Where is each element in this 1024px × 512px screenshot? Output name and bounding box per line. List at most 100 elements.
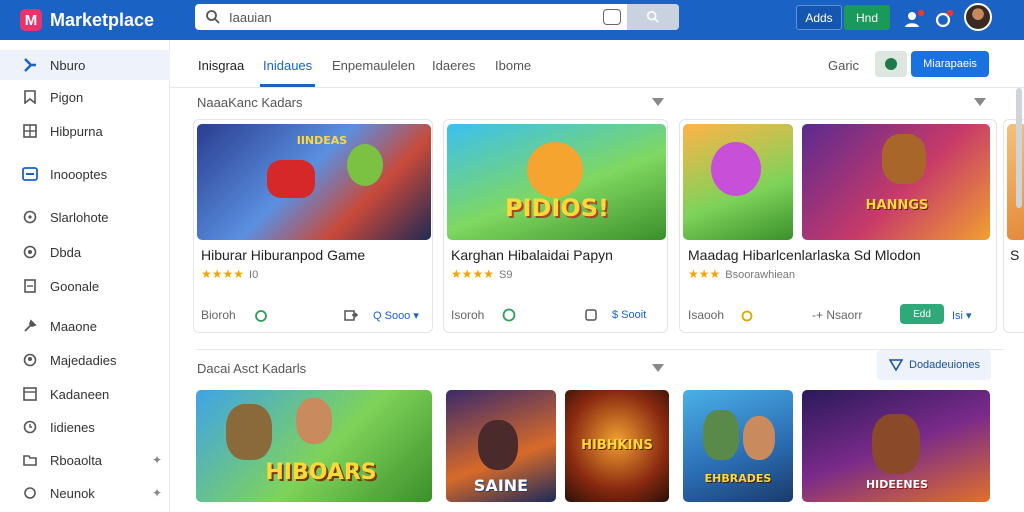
copy-icon[interactable]	[584, 308, 598, 322]
game-art-title: HIBHKINS	[581, 438, 653, 453]
user-add-icon[interactable]	[903, 8, 925, 30]
sidebar-item-nburo[interactable]: Nburo	[0, 50, 170, 80]
bookmark-icon	[22, 89, 38, 105]
search-button[interactable]	[627, 4, 679, 30]
character-shape	[703, 410, 739, 460]
box-icon	[22, 386, 38, 402]
meta-text[interactable]: -+ Nsaorr	[812, 308, 862, 322]
character-shape	[478, 420, 518, 470]
sidebar-item-label: Pigon	[50, 89, 84, 105]
character-shape	[882, 134, 926, 184]
tab-idaeres[interactable]: Idaeres	[432, 58, 475, 73]
sidebar-item-label: Slarlohote	[50, 209, 109, 225]
game-art-title: HIDEENES	[865, 478, 929, 491]
chevron-down-icon[interactable]	[652, 98, 664, 106]
app-logo[interactable]: M Marketplace	[20, 9, 195, 31]
search-bar	[195, 4, 679, 30]
sidebar-item-goonale[interactable]: Goonale	[0, 271, 170, 301]
game-thumbnail[interactable]: HIDEENES	[802, 390, 990, 502]
sidebar-item-label: Rboaolta	[50, 452, 103, 468]
sort-dropdown[interactable]: $ Sooit	[612, 309, 646, 321]
rating: ★★★★ S9	[451, 267, 513, 281]
game-thumbnail[interactable]: IINDEAS	[197, 124, 431, 240]
game-card[interactable]: IINDEAS Hiburar Hiburanpod Game ★★★★ I0 B…	[193, 119, 433, 333]
wrench-icon	[22, 318, 38, 334]
adds-button[interactable]: Adds	[796, 5, 842, 30]
sidebar-item-neunok[interactable]: Neunok ✦	[0, 478, 170, 508]
tab-inisgraa[interactable]: Inisgraa	[198, 58, 244, 73]
game-card[interactable]: HANNGS Maadag Hibarlcenlarlaska Sd Mlodo…	[679, 119, 997, 333]
logo-icon: M	[20, 9, 42, 31]
edit-button[interactable]: Edd	[900, 304, 944, 324]
meta-text: Isoroh	[451, 308, 485, 322]
section-title: NaaaKanc Kadars	[197, 95, 303, 110]
chevron-down-icon[interactable]	[974, 98, 986, 106]
game-thumbnail[interactable]: SAINE	[446, 390, 556, 502]
cannon-shape	[267, 160, 315, 198]
user-circle-icon	[22, 352, 38, 368]
garic-label[interactable]: Garic	[828, 58, 859, 73]
character-shape	[711, 142, 761, 196]
game-thumbnail[interactable]: HANNGS	[802, 124, 990, 240]
sidebar-item-pigon[interactable]: Pigon	[0, 82, 170, 112]
tab-inidaues[interactable]: Inidaues	[263, 58, 312, 73]
folder-icon	[22, 452, 38, 468]
game-thumbnail[interactable]: PIDIOS!	[447, 124, 666, 240]
game-thumbnail[interactable]: HIBOARS	[196, 390, 432, 502]
section-title: Dacai Asct Kadarls	[197, 361, 307, 376]
toggle-button[interactable]	[875, 51, 907, 77]
sidebar-item-inoooptes[interactable]: Inoooptes	[0, 159, 170, 189]
character-shape	[347, 144, 383, 186]
sidebar-item-majedadies[interactable]: Majedadies	[0, 345, 170, 375]
sidebar-item-label: Hibpurna	[50, 123, 103, 139]
game-thumbnail[interactable]: EHBRADES	[683, 390, 793, 502]
lock-icon	[741, 310, 753, 322]
sidebar-item-rboaolta[interactable]: Rboaolta ✦	[0, 445, 170, 475]
expand-icon[interactable]: ✦	[152, 453, 162, 467]
sidebar-item-iidienes[interactable]: Iidienes	[0, 412, 170, 442]
scrollbar[interactable]	[1016, 88, 1022, 208]
share-icon[interactable]	[344, 308, 358, 322]
sidebar-item-slarlohote[interactable]: Slarlohote	[0, 202, 170, 232]
game-card[interactable]: PIDIOS! Karghan Hibalaidai Papyn ★★★★ S9 …	[443, 119, 668, 333]
puzzle-icon	[22, 57, 38, 73]
game-title[interactable]: S	[1010, 247, 1019, 263]
game-art-title: IINDEAS	[296, 134, 348, 147]
sidebar-item-kadaneen[interactable]: Kadaneen	[0, 379, 170, 409]
sidebar-item-label: Goonale	[50, 278, 100, 294]
hnd-button[interactable]: Hnd	[844, 5, 890, 30]
game-art-title: PIDIOS!	[504, 194, 609, 222]
app-name: Marketplace	[50, 9, 155, 30]
clock-icon	[22, 419, 38, 435]
sort-dropdown[interactable]: Q Sooo ▾	[373, 309, 419, 322]
expand-icon[interactable]: ✦	[152, 486, 162, 500]
sidebar-item-label: Inoooptes	[50, 166, 108, 182]
sidebar-item-label: Dbda	[50, 244, 82, 260]
rating: ★★★ Bsoorawhiean	[688, 267, 795, 281]
game-thumbnail[interactable]: HIBHKINS	[565, 390, 669, 502]
game-thumbnail[interactable]	[683, 124, 793, 240]
game-title[interactable]: Hiburar Hiburanpod Game	[201, 247, 365, 263]
primary-action-button[interactable]: Miarapaeis	[911, 51, 989, 77]
character-shape	[296, 398, 332, 444]
game-title[interactable]: Karghan Hibalaidai Papyn	[451, 247, 613, 263]
card-icon	[22, 166, 38, 182]
sidebar-item-maaone[interactable]: Maaone	[0, 311, 170, 341]
game-title[interactable]: Maadag Hibarlcenlarlaska Sd Mlodon	[688, 247, 921, 263]
notification-icon[interactable]	[933, 8, 955, 30]
sidebar-item-dbda[interactable]: Dbda	[0, 237, 170, 267]
options-dropdown[interactable]: Isi ▾	[952, 309, 972, 322]
filter-button[interactable]: Dodadeuiones	[877, 350, 991, 380]
search-input[interactable]	[229, 9, 609, 25]
chevron-down-icon[interactable]	[652, 364, 664, 372]
circle-icon	[22, 244, 38, 260]
game-art-title: HIBOARS	[265, 460, 377, 485]
keyboard-icon[interactable]	[603, 9, 621, 25]
meta-text: Bioroh	[201, 308, 236, 322]
lock-icon	[255, 310, 267, 322]
character-shape	[226, 404, 272, 460]
tab-enpemaulelen[interactable]: Enpemaulelen	[332, 58, 415, 73]
avatar[interactable]	[964, 3, 992, 31]
tab-ibome[interactable]: Ibome	[495, 58, 531, 73]
sidebar-item-hibpurna[interactable]: Hibpurna	[0, 116, 170, 146]
